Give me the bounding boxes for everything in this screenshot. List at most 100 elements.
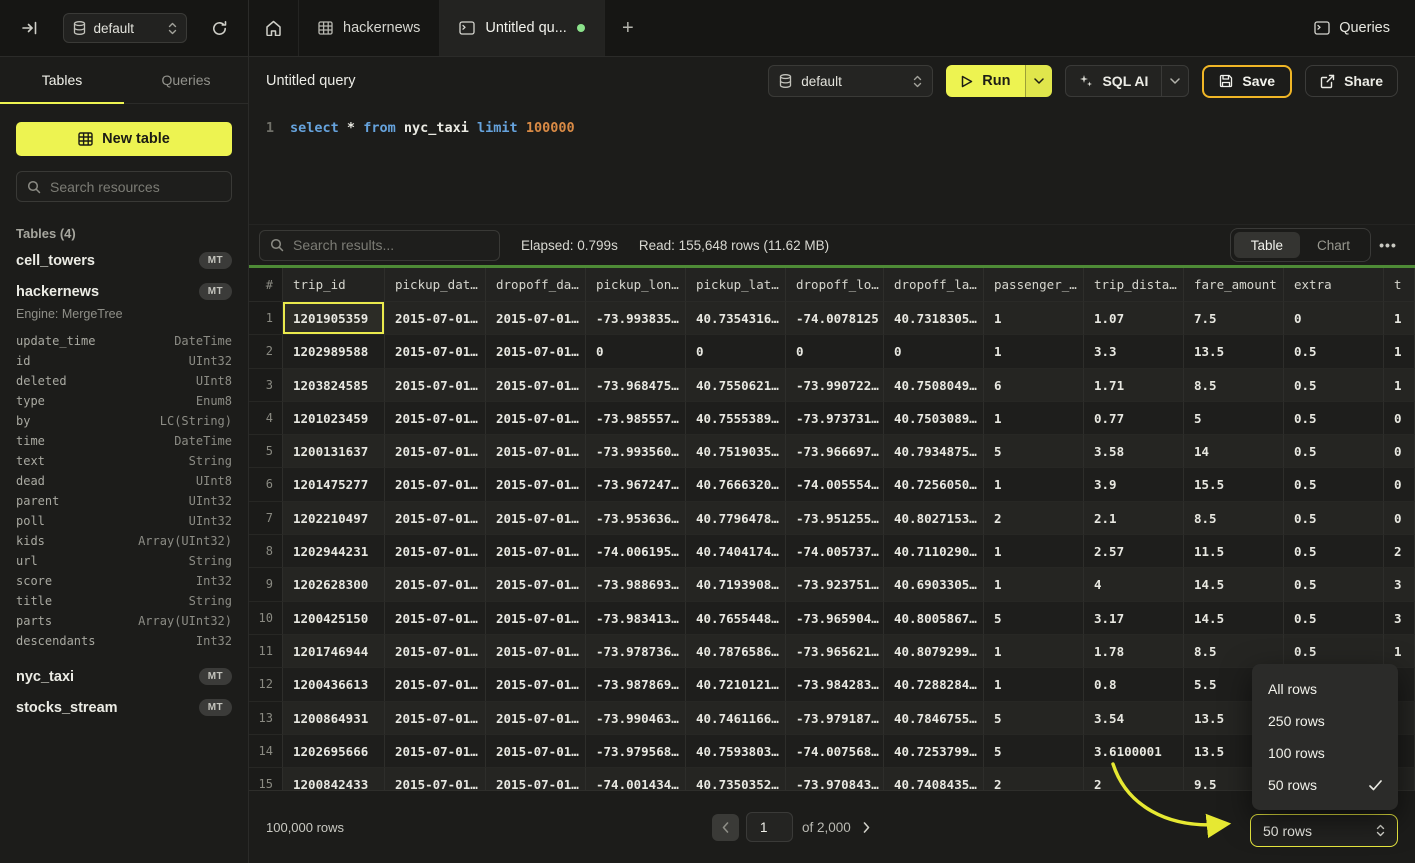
table-cell[interactable]: 2.57 bbox=[1084, 535, 1184, 568]
table-cell[interactable]: 1201746944 bbox=[283, 635, 385, 668]
table-cell[interactable]: 1200425150 bbox=[283, 602, 385, 635]
table-cell[interactable]: 1 bbox=[984, 402, 1084, 435]
table-cell[interactable]: 2015-07-01… bbox=[486, 668, 586, 701]
sidebar-tab-queries[interactable]: Queries bbox=[124, 57, 248, 103]
selected-cell[interactable]: 1201905359 bbox=[283, 302, 385, 335]
table-cell[interactable]: 3.3 bbox=[1084, 335, 1184, 368]
table-cell[interactable]: 5 bbox=[984, 735, 1084, 768]
table-cell[interactable]: 4 bbox=[1084, 568, 1184, 601]
table-cell[interactable]: 40.7876586… bbox=[686, 635, 786, 668]
page-size-option[interactable]: 50 rows bbox=[1252, 769, 1398, 801]
table-cell[interactable]: 40.7408435… bbox=[884, 768, 984, 790]
table-cell[interactable]: 2015-07-01… bbox=[385, 402, 486, 435]
sidebar-search-input[interactable]: Search resources bbox=[16, 171, 232, 202]
column-header[interactable]: pickup_dat… bbox=[385, 268, 486, 302]
next-page-button[interactable] bbox=[863, 822, 870, 833]
table-cell[interactable]: 1 bbox=[984, 468, 1084, 501]
table-cell[interactable]: -73.970843… bbox=[786, 768, 884, 790]
page-size-option[interactable]: 100 rows bbox=[1252, 737, 1398, 769]
table-cell[interactable]: -73.967247… bbox=[586, 468, 686, 501]
table-cell[interactable]: 0 bbox=[884, 335, 984, 368]
table-cell[interactable]: 40.7508049… bbox=[884, 369, 984, 402]
table-cell[interactable]: -73.953636… bbox=[586, 502, 686, 535]
run-options-caret[interactable] bbox=[1025, 65, 1052, 97]
table-cell[interactable]: 2015-07-01… bbox=[385, 502, 486, 535]
column-header[interactable]: # bbox=[249, 268, 283, 302]
table-cell[interactable]: 1202989588 bbox=[283, 335, 385, 368]
table-cell[interactable]: -73.985557… bbox=[586, 402, 686, 435]
table-cell[interactable]: 1202210497 bbox=[283, 502, 385, 535]
table-cell[interactable]: -74.0078125 bbox=[786, 302, 884, 335]
table-cell[interactable]: 40.7288284… bbox=[884, 668, 984, 701]
table-cell[interactable]: 1200131637 bbox=[283, 435, 385, 468]
table-cell[interactable]: 0 bbox=[686, 335, 786, 368]
table-cell[interactable]: -73.965621… bbox=[786, 635, 884, 668]
table-cell[interactable]: 0.5 bbox=[1284, 335, 1384, 368]
table-cell[interactable]: 0.5 bbox=[1284, 602, 1384, 635]
table-cell[interactable]: 0 bbox=[786, 335, 884, 368]
table-cell[interactable]: 1 bbox=[1384, 369, 1415, 402]
table-cell[interactable]: -73.923751… bbox=[786, 568, 884, 601]
table-cell[interactable]: -73.979187… bbox=[786, 702, 884, 735]
table-cell[interactable]: 40.6903305… bbox=[884, 568, 984, 601]
table-cell[interactable]: -73.973731… bbox=[786, 402, 884, 435]
column-header[interactable]: dropoff_la… bbox=[884, 268, 984, 302]
table-cell[interactable]: 1203824585 bbox=[283, 369, 385, 402]
table-cell[interactable]: 1 bbox=[984, 302, 1084, 335]
page-size-option[interactable]: All rows bbox=[1252, 673, 1398, 705]
table-cell[interactable]: 1 bbox=[1384, 302, 1415, 335]
table-cell[interactable]: 2015-07-01… bbox=[385, 702, 486, 735]
table-cell[interactable]: 40.7193908… bbox=[686, 568, 786, 601]
tab-untitled-query[interactable]: Untitled qu... bbox=[440, 0, 604, 56]
table-cell[interactable]: 1 bbox=[984, 635, 1084, 668]
table-cell[interactable]: 1 bbox=[984, 668, 1084, 701]
table-cell[interactable]: 1202944231 bbox=[283, 535, 385, 568]
run-button[interactable]: Run bbox=[946, 65, 1052, 97]
table-cell[interactable]: 1201023459 bbox=[283, 402, 385, 435]
table-cell[interactable]: 40.7555389… bbox=[686, 402, 786, 435]
table-cell[interactable]: 2015-07-01… bbox=[385, 335, 486, 368]
table-cell[interactable]: 3 bbox=[1384, 602, 1415, 635]
table-cell[interactable]: 0.5 bbox=[1284, 568, 1384, 601]
table-cell[interactable]: 1 bbox=[984, 335, 1084, 368]
table-cell[interactable]: 2015-07-01… bbox=[385, 668, 486, 701]
table-cell[interactable]: 0 bbox=[586, 335, 686, 368]
column-header[interactable]: trip_id bbox=[283, 268, 385, 302]
table-cell[interactable]: -73.990463… bbox=[586, 702, 686, 735]
prev-page-button[interactable] bbox=[712, 814, 739, 841]
sidebar-item-cell-towers[interactable]: cell_towers MT bbox=[0, 245, 248, 276]
sql-ai-options-caret[interactable] bbox=[1161, 66, 1188, 96]
table-cell[interactable]: 2015-07-01… bbox=[385, 735, 486, 768]
table-cell[interactable]: -73.978736… bbox=[586, 635, 686, 668]
table-cell[interactable]: 1.07 bbox=[1084, 302, 1184, 335]
table-cell[interactable]: 0.5 bbox=[1284, 535, 1384, 568]
table-cell[interactable]: -73.979568… bbox=[586, 735, 686, 768]
queries-button[interactable]: Queries bbox=[1289, 0, 1415, 56]
table-cell[interactable]: 3.17 bbox=[1084, 602, 1184, 635]
column-header[interactable]: dropoff_da… bbox=[486, 268, 586, 302]
new-table-button[interactable]: New table bbox=[16, 122, 232, 156]
table-cell[interactable]: 15.5 bbox=[1184, 468, 1284, 501]
table-cell[interactable]: 2015-07-01… bbox=[486, 602, 586, 635]
table-cell[interactable]: 14 bbox=[1184, 435, 1284, 468]
sidebar-item-hackernews[interactable]: hackernews MT bbox=[0, 276, 248, 307]
table-cell[interactable]: 2015-07-01… bbox=[486, 302, 586, 335]
column-header[interactable]: t bbox=[1384, 268, 1415, 302]
table-cell[interactable]: 2015-07-01… bbox=[486, 435, 586, 468]
view-tab-table[interactable]: Table bbox=[1234, 232, 1300, 258]
table-cell[interactable]: 3.58 bbox=[1084, 435, 1184, 468]
home-tab[interactable] bbox=[249, 0, 299, 56]
view-tab-chart[interactable]: Chart bbox=[1300, 232, 1367, 258]
sidebar-tab-tables[interactable]: Tables bbox=[0, 57, 124, 103]
table-cell[interactable]: 1 bbox=[984, 568, 1084, 601]
results-search-input[interactable]: Search results... bbox=[259, 230, 500, 261]
table-cell[interactable]: 40.7256050… bbox=[884, 468, 984, 501]
refresh-icon[interactable] bbox=[211, 20, 228, 37]
table-cell[interactable]: 0.5 bbox=[1284, 435, 1384, 468]
table-cell[interactable]: 2015-07-01… bbox=[385, 635, 486, 668]
table-cell[interactable]: 2015-07-01… bbox=[486, 768, 586, 790]
table-cell[interactable]: 3.9 bbox=[1084, 468, 1184, 501]
table-cell[interactable]: -73.965904… bbox=[786, 602, 884, 635]
table-cell[interactable]: 40.7519035… bbox=[686, 435, 786, 468]
table-cell[interactable]: 2015-07-01… bbox=[385, 435, 486, 468]
